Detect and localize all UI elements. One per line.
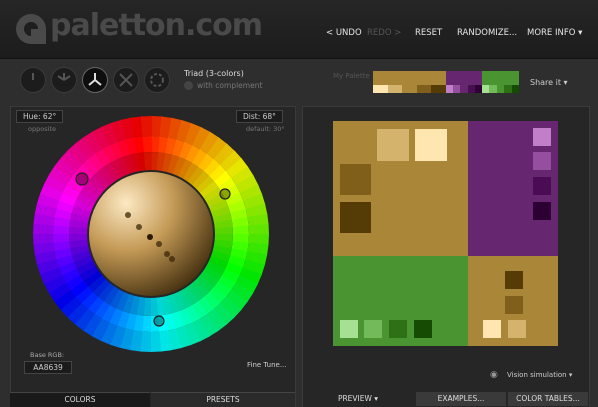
shade-dot[interactable] (164, 251, 170, 257)
mono-icon (32, 73, 34, 80)
shade-dot[interactable] (156, 241, 162, 247)
mode-free-button[interactable] (144, 67, 170, 93)
preview-swatch (377, 129, 409, 161)
fine-tune-button[interactable]: Fine Tune... (247, 361, 287, 369)
preview-swatch (533, 177, 551, 195)
preview-swatch (483, 320, 501, 338)
free-style-icon (150, 73, 164, 87)
palette-shade-swatch (467, 85, 475, 93)
preview-swatch (340, 202, 371, 233)
preview-swatch (533, 202, 551, 220)
mode-triad-button[interactable] (82, 67, 108, 93)
color-tables-button[interactable]: COLOR TABLES... (508, 392, 588, 406)
vision-simulation-menu[interactable]: Vision simulation ▾ (507, 371, 572, 379)
wheel-segment (232, 225, 249, 235)
palette-shade-swatch (511, 85, 519, 93)
palette-shade-swatch (453, 85, 461, 93)
palette-shade-swatch (387, 85, 403, 93)
palette-shade-swatch (489, 85, 497, 93)
logo-icon (16, 14, 46, 44)
hue-handle[interactable] (75, 172, 89, 186)
mode-adjacent-button[interactable] (51, 67, 77, 93)
hue-handle[interactable] (219, 188, 231, 200)
logo-text: paletton.com (50, 8, 263, 43)
adjacent-icon (57, 73, 71, 81)
preview-swatch (415, 129, 447, 161)
palette-shade-swatch (446, 85, 454, 93)
wheel-segment (142, 136, 152, 153)
palette-shade-swatch (460, 85, 468, 93)
triad-icon (88, 73, 102, 86)
preview-swatch (340, 164, 371, 195)
complement-toggle[interactable] (184, 81, 193, 90)
saturation-center[interactable] (89, 172, 213, 296)
wheel-segment (33, 232, 54, 245)
shade-dot[interactable] (169, 256, 175, 262)
my-palette-strip[interactable] (373, 71, 519, 93)
shade-dot[interactable] (147, 234, 153, 240)
palette-main-swatch (373, 71, 446, 85)
preview-swatch (533, 128, 551, 146)
palette-shade-swatch (373, 85, 388, 93)
eye-icon: ◉ (490, 370, 498, 380)
palette-shade-swatch (431, 85, 446, 93)
palette-shade-swatch (482, 85, 490, 93)
reset-button[interactable]: RESET (415, 28, 442, 38)
wheel-segment (248, 223, 269, 236)
randomize-button[interactable]: RANDOMIZE... (457, 28, 517, 38)
preview-swatch (533, 152, 551, 170)
palette-main-swatch (482, 71, 519, 85)
preview-swatch (508, 320, 526, 338)
top-bar: paletton.com < UNDO REDO > RESET RANDOMI… (0, 0, 598, 59)
preview-swatch (505, 271, 523, 289)
preview-swatch (389, 320, 407, 338)
palette-main-swatch (446, 71, 482, 85)
wheel-segment (53, 233, 70, 243)
preview-swatch (414, 320, 432, 338)
preview-swatch (364, 320, 382, 338)
share-button[interactable]: Share it ▾ (530, 78, 568, 87)
palette-shade-swatch (416, 85, 432, 93)
mode-title: Triad (3-colors) (184, 69, 244, 78)
mode-mono-button[interactable] (20, 67, 46, 93)
palette-shade-swatch (496, 85, 505, 93)
preview-swatch (340, 320, 358, 338)
palette-shade-swatch (504, 85, 512, 93)
more-info-menu[interactable]: MORE INFO ▾ (527, 28, 582, 38)
tab-colors[interactable]: COLORS (10, 392, 150, 407)
my-palette-label: My Palette (333, 72, 370, 80)
palette-shade-swatch (402, 85, 417, 93)
wheel-segment (149, 331, 162, 352)
mode-tetrad-button[interactable] (113, 67, 139, 93)
palette-shade-swatch (474, 85, 482, 93)
complement-label: with complement (197, 81, 263, 90)
wheel-segment (140, 116, 153, 137)
color-wheel[interactable] (33, 116, 269, 352)
palette-preview (333, 121, 558, 346)
tetrad-icon (119, 73, 133, 87)
preview-swatch (505, 296, 523, 314)
shade-dot[interactable] (136, 224, 142, 230)
examples-button[interactable]: EXAMPLES... (416, 392, 506, 406)
tab-presets[interactable]: PRESETS (151, 392, 295, 407)
undo-button[interactable]: < UNDO (326, 28, 362, 38)
hue-handle[interactable] (153, 315, 165, 327)
base-rgb-label: Base RGB: (30, 351, 65, 359)
shade-dot[interactable] (125, 212, 131, 218)
redo-button[interactable]: REDO > (367, 28, 401, 38)
preview-menu[interactable]: PREVIEW ▾ (333, 392, 383, 406)
base-rgb-input[interactable]: AA8639 (24, 361, 72, 374)
